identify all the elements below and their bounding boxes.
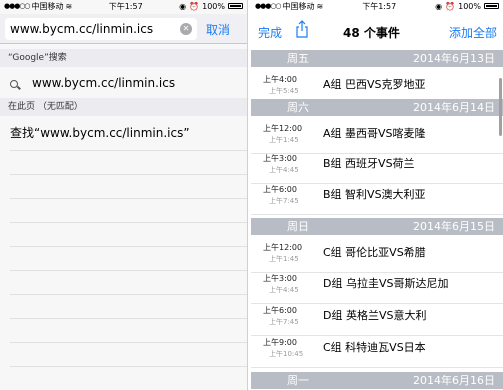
- lock-rotation-icon: ◉: [435, 1, 443, 11]
- divider: [10, 318, 247, 319]
- day-header: 周一 2014年6月16日: [251, 372, 503, 389]
- event-title: C组 哥伦比亚VS希腊: [323, 246, 426, 259]
- scrollbar[interactable]: [499, 78, 502, 136]
- find-on-page-row[interactable]: 查找“www.bycm.cc/linmin.ics”: [0, 120, 247, 146]
- find-on-page-label: 查找“www.bycm.cc/linmin.ics”: [10, 126, 190, 140]
- wifi-icon: ≋: [65, 1, 73, 11]
- day-header: 周六 2014年6月14日: [251, 99, 503, 116]
- divider: [10, 174, 247, 175]
- divider: [10, 366, 247, 367]
- status-time: 下午1:57: [108, 1, 143, 11]
- battery-percent: 100%: [202, 1, 225, 11]
- day-date: 2014年6月13日: [413, 52, 495, 65]
- event-end-time: 上午4:45: [269, 166, 299, 174]
- search-suggestion-label: www.bycm.cc/linmin.ics: [32, 76, 176, 90]
- divider: [10, 270, 247, 271]
- google-search-header: “Google”搜索: [0, 49, 247, 67]
- event-title: D组 乌拉圭VS哥斯达尼加: [323, 277, 449, 290]
- battery-icon: [483, 3, 499, 9]
- day-name: 周五: [287, 52, 309, 65]
- divider: [10, 246, 247, 247]
- day-name: 周六: [287, 101, 309, 114]
- add-all-button[interactable]: 添加全部: [449, 24, 497, 41]
- event-start-time: 上午3:00: [263, 274, 297, 283]
- day-header: 周日 2014年6月15日: [251, 218, 503, 235]
- url-input[interactable]: www.bycm.cc/linmin.ics ✕: [5, 18, 197, 40]
- cancel-button[interactable]: 取消: [206, 21, 230, 38]
- clear-icon[interactable]: ✕: [180, 23, 192, 35]
- alarm-icon: ⏰: [189, 1, 200, 11]
- nav-bar: 完成 48 个事件 添加全部: [251, 16, 503, 46]
- event-title: C组 科特迪瓦VS日本: [323, 341, 426, 354]
- event-end-time: 上午5:45: [269, 87, 299, 95]
- safari-search-panel: ●●●○○ 中国移动 ≋ 下午1:57 ◉ ⏰ 100% www.bycm.cc/lin…: [0, 0, 248, 390]
- done-button[interactable]: 完成: [258, 24, 282, 41]
- wifi-icon: ≋: [316, 1, 324, 11]
- status-bar: ●●●○○ 中国移动 ≋ 下午1:57 ◉ ⏰ 100%: [0, 0, 247, 12]
- address-bar: www.bycm.cc/linmin.ics ✕ 取消: [0, 14, 247, 44]
- event-row[interactable]: 上午6:00 上午7:45 B组 智利VS澳大利亚: [251, 177, 503, 215]
- divider: [10, 342, 247, 343]
- event-title: A组 墨西哥VS喀麦隆: [323, 127, 426, 140]
- day-name: 周日: [287, 220, 309, 233]
- event-end-time: 上午7:45: [269, 197, 299, 205]
- lock-rotation-icon: ◉: [179, 1, 187, 11]
- divider: [10, 294, 247, 295]
- signal-icon: ●●●○○: [4, 2, 31, 10]
- event-title: D组 英格兰VS意大利: [323, 309, 427, 322]
- battery-icon: [227, 3, 243, 9]
- event-start-time: 上午3:00: [263, 154, 297, 163]
- url-input-value: www.bycm.cc/linmin.ics: [10, 22, 154, 36]
- alarm-icon: ⏰: [445, 1, 456, 11]
- event-start-time: 上午12:00: [263, 124, 303, 133]
- event-start-time: 上午6:00: [263, 306, 297, 315]
- carrier-label: 中国移动: [31, 1, 64, 11]
- event-title: B组 智利VS澳大利亚: [323, 188, 426, 201]
- event-end-time: 上午1:45: [269, 255, 299, 263]
- event-start-time: 上午4:00: [263, 75, 297, 84]
- divider: [10, 150, 247, 151]
- divider: [10, 222, 247, 223]
- event-end-time: 上午7:45: [269, 318, 299, 326]
- event-end-time: 上午10:45: [269, 350, 304, 358]
- event-title: A组 巴西VS克罗地亚: [323, 78, 426, 91]
- day-name: 周一: [287, 374, 309, 387]
- event-start-time: 上午9:00: [263, 338, 297, 347]
- search-suggestion[interactable]: www.bycm.cc/linmin.ics: [0, 71, 247, 95]
- day-date: 2014年6月15日: [413, 220, 495, 233]
- battery-percent: 100%: [458, 1, 481, 11]
- event-title: B组 西班牙VS荷兰: [323, 157, 415, 170]
- carrier-label: 中国移动: [282, 1, 315, 11]
- event-start-time: 上午6:00: [263, 185, 297, 194]
- day-header: 周五 2014年6月13日: [251, 50, 503, 67]
- day-date: 2014年6月16日: [413, 374, 495, 387]
- page-title: 48 个事件: [343, 26, 400, 40]
- status-time: 下午1:57: [362, 1, 397, 11]
- event-row[interactable]: 上午9:00 上午10:45 C组 科特迪瓦VS日本: [251, 330, 503, 368]
- event-end-time: 上午4:45: [269, 286, 299, 294]
- day-date: 2014年6月14日: [413, 101, 495, 114]
- divider: [10, 198, 247, 199]
- signal-icon: ●●●○○: [255, 2, 282, 10]
- calendar-import-panel: ●●●○○ 中国移动 ≋ 下午1:57 ◉ ⏰ 100% 完成 48 个事件 添加全部 …: [251, 0, 503, 390]
- share-icon[interactable]: [295, 20, 309, 38]
- status-bar: ●●●○○ 中国移动 ≋ 下午1:57 ◉ ⏰ 100%: [251, 0, 503, 12]
- event-end-time: 上午1:45: [269, 136, 299, 144]
- search-icon: [10, 79, 18, 88]
- event-start-time: 上午12:00: [263, 243, 303, 252]
- on-page-header: 在此页 （无匹配）: [0, 98, 247, 116]
